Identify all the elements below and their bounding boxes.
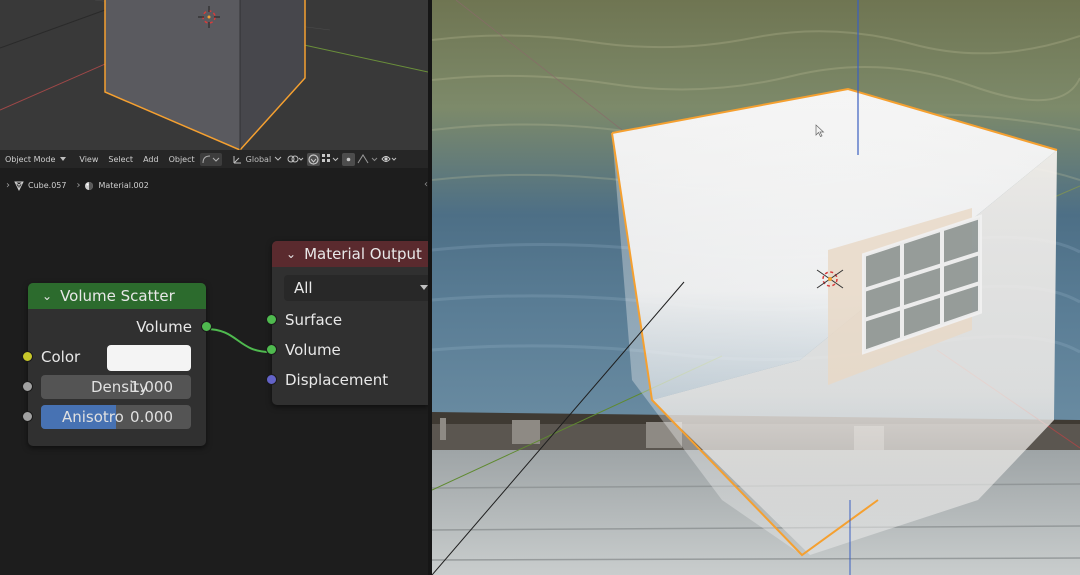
magnet-icon xyxy=(308,153,319,165)
color-input-label: Color xyxy=(41,348,81,366)
surface-input-socket[interactable] xyxy=(266,314,277,325)
anisotropy-label: Anisotro xyxy=(62,408,124,426)
material-sphere-icon xyxy=(85,181,94,190)
gizmo-dropdown[interactable] xyxy=(199,152,222,166)
surface-input-row: Surface xyxy=(266,305,428,335)
orientation-label: Global xyxy=(245,154,272,164)
volume-scatter-title: Volume Scatter xyxy=(60,287,175,305)
target-dropdown-value: All xyxy=(294,279,313,297)
density-input-row: Density 1.000 xyxy=(22,372,206,402)
viewport-header: Object Mode View Select Add Object Globa… xyxy=(0,150,428,168)
gizmo-icon xyxy=(202,155,219,164)
anisotropy-value: 0.000 xyxy=(130,408,173,426)
proportional-edit-toggle[interactable] xyxy=(342,152,356,166)
anisotropy-input-row: Anisotro 0.000 xyxy=(22,402,206,432)
rendered-viewport[interactable] xyxy=(432,0,1080,575)
3d-cursor-icon xyxy=(198,6,220,28)
link-icon xyxy=(287,155,304,163)
transform-orientation-icon xyxy=(233,156,241,164)
collapse-chevron-icon[interactable]: ⌄ xyxy=(286,247,296,261)
target-dropdown[interactable]: All xyxy=(284,275,434,301)
displacement-input-row: Displacement xyxy=(266,365,428,395)
chevron-right-icon: › xyxy=(76,180,81,191)
mouse-pointer-icon xyxy=(815,124,825,137)
object-mode-dropdown[interactable]: Object Mode xyxy=(0,152,70,166)
chevron-down-icon xyxy=(420,285,428,290)
color-input-socket[interactable] xyxy=(22,351,33,362)
volume-output-row: Volume xyxy=(28,312,212,342)
volume-input-row: Volume xyxy=(266,335,428,365)
snap-toggle[interactable] xyxy=(307,152,321,166)
volume-output-socket[interactable] xyxy=(201,321,212,332)
left-panel: Object Mode View Select Add Object Globa… xyxy=(0,0,434,575)
collapse-chevron-icon[interactable]: ⌄ xyxy=(42,289,52,303)
breadcrumb: › Cube.057 › Material.002 xyxy=(6,180,149,191)
menu-add[interactable]: Add xyxy=(138,155,164,164)
object-mode-label: Object Mode xyxy=(5,154,56,164)
visibility-dropdown[interactable] xyxy=(381,153,397,166)
displacement-input-label: Displacement xyxy=(285,371,389,389)
displacement-input-socket[interactable] xyxy=(266,374,277,385)
falloff-dropdown[interactable] xyxy=(357,153,379,166)
breadcrumb-material[interactable]: Material.002 xyxy=(98,181,148,190)
density-field[interactable]: Density 1.000 xyxy=(41,375,191,399)
menu-object[interactable]: Object xyxy=(164,155,200,164)
dot-icon xyxy=(346,157,351,161)
anisotropy-input-socket[interactable] xyxy=(22,411,33,422)
menu-select[interactable]: Select xyxy=(103,155,138,164)
grid-icon xyxy=(322,154,339,162)
chevron-right-icon: › xyxy=(6,180,10,191)
color-input-row: Color xyxy=(22,342,206,372)
density-value: 1.000 xyxy=(130,378,173,396)
volume-output-label: Volume xyxy=(136,318,192,336)
chevron-down-icon xyxy=(60,157,67,161)
volume-input-socket[interactable] xyxy=(266,344,277,355)
material-output-node[interactable]: ⌄ Material Output All Surface Volume Dis… xyxy=(266,241,434,405)
surface-input-label: Surface xyxy=(285,311,343,329)
menu-view[interactable]: View xyxy=(74,155,103,164)
density-input-socket[interactable] xyxy=(22,381,33,392)
falloff-curve-icon xyxy=(357,154,378,164)
eye-icon xyxy=(381,156,397,162)
breadcrumb-object[interactable]: Cube.057 xyxy=(28,181,66,190)
volume-scatter-node[interactable]: ⌄ Volume Scatter Volume Color Density 1.… xyxy=(22,283,212,446)
3d-cursor-icon xyxy=(816,269,844,289)
color-swatch[interactable] xyxy=(107,345,191,371)
anisotropy-slider[interactable]: Anisotro 0.000 xyxy=(41,405,191,429)
snap-target-dropdown[interactable] xyxy=(322,153,340,166)
mesh-icon xyxy=(14,181,24,191)
render-view xyxy=(432,0,1080,575)
orientation-dropdown[interactable]: Global xyxy=(230,153,286,166)
volume-input-label: Volume xyxy=(285,341,341,359)
pivot-dropdown[interactable] xyxy=(287,153,305,166)
solid-viewport[interactable] xyxy=(0,0,428,150)
material-output-header[interactable]: ⌄ Material Output xyxy=(272,241,428,267)
volume-scatter-header[interactable]: ⌄ Volume Scatter xyxy=(28,283,206,309)
material-output-title: Material Output xyxy=(304,245,422,263)
chevron-down-icon xyxy=(274,156,282,161)
shader-node-editor[interactable]: › Cube.057 › Material.002 ‹ ⌄ Volume Sca… xyxy=(0,168,434,575)
